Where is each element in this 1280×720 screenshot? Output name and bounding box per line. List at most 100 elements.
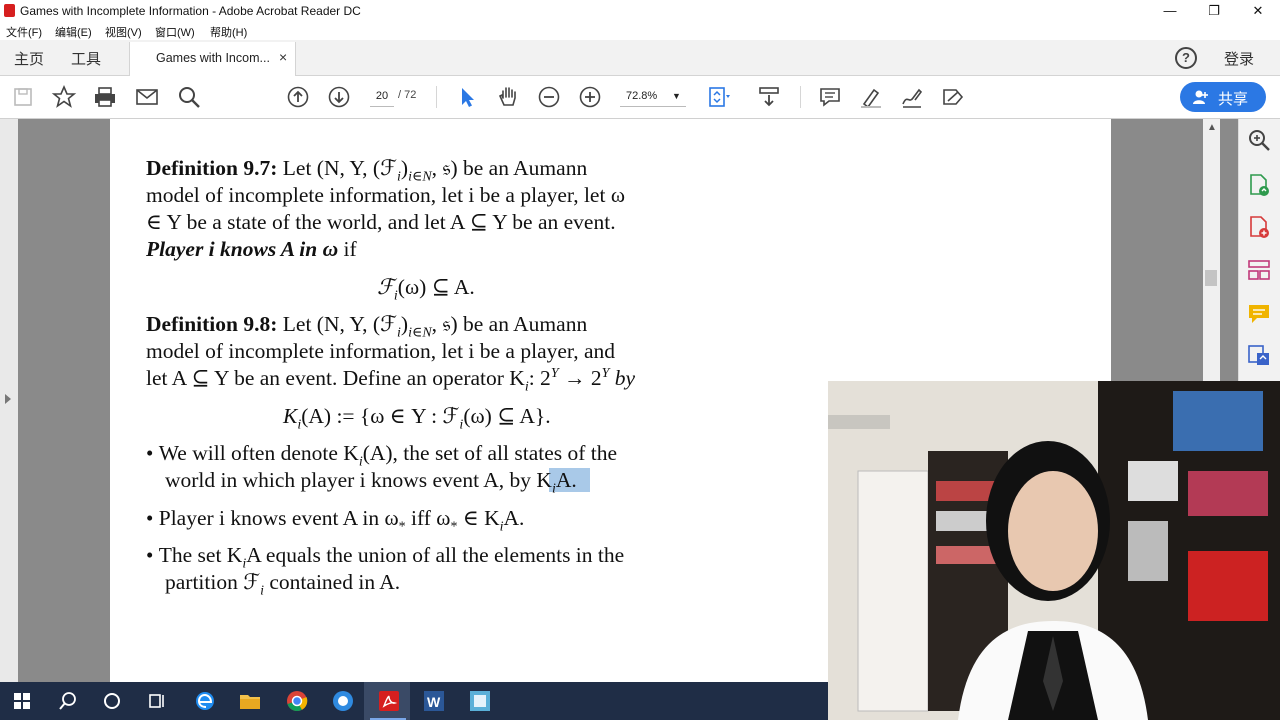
page-number-input[interactable]: 20 — [370, 86, 394, 107]
text-run: A. — [555, 468, 577, 492]
definition-9-7-line-1: Definition 9.7: Let (N, Y, (ℱi)i∈N, 𝔰) b… — [146, 156, 588, 185]
bold-italic-run: Player i knows A in ω — [146, 237, 339, 261]
windows-start-icon[interactable] — [9, 688, 35, 714]
text-run: if — [338, 237, 357, 261]
restore-button[interactable]: ❐ — [1192, 0, 1236, 22]
hand-tool-icon[interactable] — [495, 84, 521, 110]
share-label: 共享 — [1218, 91, 1249, 108]
definition-9-7-line-4: Player i knows A in ω if — [146, 237, 357, 262]
text-run: (ω) ⊆ A}. — [463, 404, 551, 428]
text-run: (ω) ⊆ A. — [397, 275, 475, 299]
window-title: Games with Incomplete Information - Adob… — [20, 4, 361, 18]
cortana-icon[interactable] — [99, 688, 125, 714]
highlight-pen-icon[interactable] — [858, 84, 884, 110]
text-run: (A) := {ω ∈ Y : ℱ — [301, 404, 460, 428]
superscript: Y — [550, 366, 559, 381]
expand-arrow-icon[interactable] — [5, 394, 11, 404]
page-total: / 72 — [398, 89, 417, 101]
text-run: We will often denote K — [158, 441, 359, 465]
close-tab-icon[interactable]: × — [279, 49, 287, 65]
document-tab-label: Games with Incom... — [156, 51, 270, 65]
text-run: let A ⊆ Y be an event. Define an operato… — [146, 366, 525, 391]
zoom-level-select[interactable]: 72.8% ▼ — [620, 86, 686, 107]
bullet-glyph: • — [146, 441, 154, 465]
text-run: → 2 — [558, 366, 602, 391]
formula-knows: ℱi(ω) ⊆ A. — [377, 275, 475, 304]
text-run: A equals the union of all the elements i… — [246, 543, 625, 567]
text-run: contained in A. — [264, 570, 401, 594]
text-run: , 𝔰) be an Aumann — [431, 312, 588, 336]
definition-9-7-label: Definition 9.7: — [146, 156, 278, 180]
save-icon[interactable] — [10, 84, 36, 110]
acrobat-app-icon — [4, 4, 15, 17]
page-down-icon[interactable] — [326, 84, 352, 110]
scroll-up-icon[interactable]: ▲ — [1207, 122, 1217, 133]
email-icon[interactable] — [134, 84, 160, 110]
print-icon[interactable] — [92, 84, 118, 110]
zoom-in-icon[interactable] — [577, 84, 603, 110]
page-up-icon[interactable] — [285, 84, 311, 110]
text-run: ∈ K — [457, 506, 500, 530]
fill-sign-icon[interactable] — [940, 84, 966, 110]
acrobat-icon[interactable] — [376, 688, 402, 714]
bullet-1-line-2[interactable]: world in which player i knows event A, b… — [165, 468, 577, 497]
text-run: by — [609, 366, 636, 391]
tab-home[interactable]: 主页 — [14, 48, 44, 69]
text-run: (A), the set of all states of the — [362, 441, 618, 465]
tab-tools[interactable]: 工具 — [71, 48, 101, 69]
chevron-down-icon: ▼ — [672, 91, 681, 101]
svg-text:W: W — [427, 694, 441, 710]
search-icon[interactable] — [176, 84, 202, 110]
menu-view[interactable]: 视图(V) — [105, 24, 142, 40]
chrome-icon[interactable] — [284, 688, 310, 714]
webcam-overlay — [828, 381, 1280, 720]
text-run: iff ω — [405, 506, 451, 530]
word-icon[interactable]: W — [421, 688, 447, 714]
scrollbar-thumb[interactable] — [1205, 270, 1217, 286]
comment-icon[interactable] — [1247, 302, 1271, 326]
share-button[interactable]: 共享 — [1180, 82, 1266, 112]
browser-icon[interactable] — [330, 688, 356, 714]
definition-9-8-label: Definition 9.8: — [146, 312, 278, 336]
definition-9-7-line-3: ∈ Y be a state of the world, and let A ⊆… — [146, 210, 616, 234]
menu-file[interactable]: 文件(F) — [6, 24, 42, 40]
file-explorer-icon[interactable] — [237, 688, 263, 714]
definition-9-8-line-1: Definition 9.8: Let (N, Y, (ℱi)i∈N, 𝔰) b… — [146, 312, 588, 341]
task-view-icon[interactable] — [144, 688, 170, 714]
tab-document[interactable]: Games with Incom... × — [129, 42, 296, 76]
search-icon[interactable] — [55, 688, 81, 714]
export-pdf-icon[interactable] — [1247, 173, 1271, 197]
text-run: partition ℱ — [165, 570, 261, 594]
bullet-1-line-1: • We will often denote Ki(A), the set of… — [146, 441, 617, 470]
app-icon[interactable] — [467, 688, 493, 714]
definition-9-8-line-3: let A ⊆ Y be an event. Define an operato… — [146, 366, 635, 395]
sign-icon[interactable] — [899, 84, 925, 110]
edge-icon[interactable] — [192, 688, 218, 714]
send-icon[interactable] — [1247, 343, 1271, 367]
create-pdf-icon[interactable] — [1247, 215, 1271, 239]
zoom-level-value: 72.8% — [626, 90, 658, 102]
text-run: Let (N, Y, (ℱ — [282, 312, 397, 336]
toolbar-divider — [800, 86, 801, 108]
subscript: * — [398, 519, 406, 535]
comment-icon[interactable] — [817, 84, 843, 110]
organize-pages-icon[interactable] — [1247, 258, 1271, 282]
fit-page-icon[interactable] — [705, 84, 731, 110]
minimize-button[interactable]: — — [1148, 0, 1192, 22]
zoom-out-icon[interactable] — [536, 84, 562, 110]
formula-symbol: ℱ — [377, 275, 394, 299]
bookmark-star-icon[interactable] — [51, 84, 77, 110]
menu-window[interactable]: 窗口(W) — [155, 24, 195, 40]
text-run: The set K — [158, 543, 243, 567]
formula-operator: Ki(A) := {ω ∈ Y : ℱi(ω) ⊆ A}. — [283, 404, 551, 433]
select-cursor-icon[interactable] — [454, 84, 480, 110]
close-window-button[interactable]: ✕ — [1236, 0, 1280, 22]
login-link[interactable]: 登录 — [1224, 48, 1254, 69]
bullet-glyph: • — [146, 506, 154, 530]
menu-edit[interactable]: 编辑(E) — [55, 24, 92, 40]
help-icon[interactable]: ? — [1175, 47, 1197, 69]
scroll-mode-icon[interactable] — [756, 84, 782, 110]
zoom-icon[interactable] — [1247, 128, 1271, 152]
bullet-3-line-2: partition ℱi contained in A. — [165, 570, 400, 599]
menu-help[interactable]: 帮助(H) — [210, 24, 247, 40]
